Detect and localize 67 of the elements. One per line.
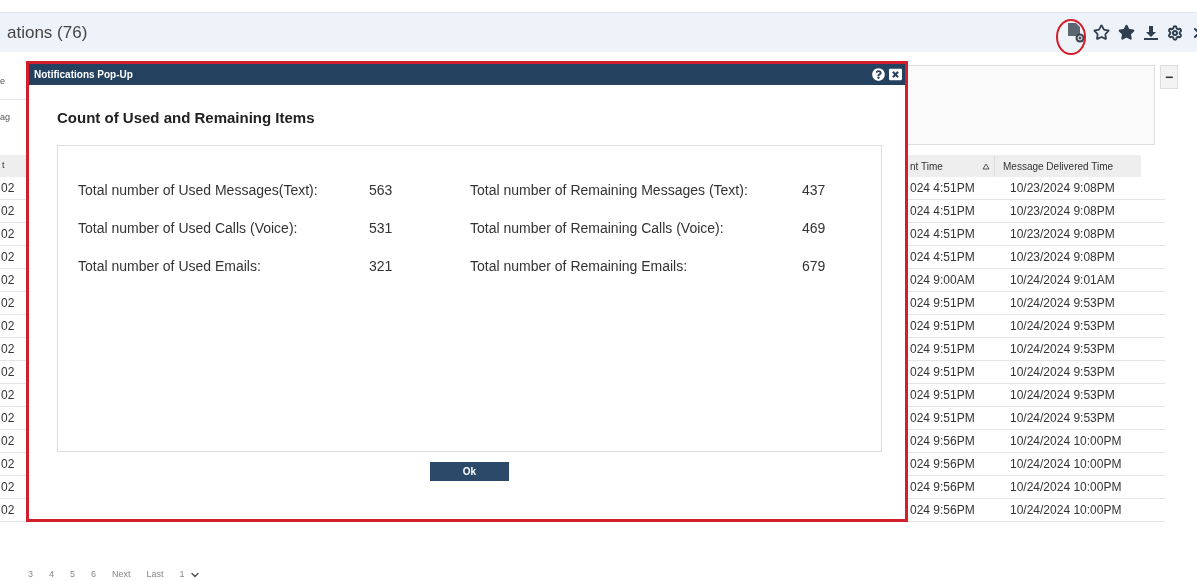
table-cell-text: 10/24/2024 9:53PM [1009,410,1115,427]
table-cell-text: 024 9:00AM [909,272,976,289]
table-cell-text: 024 9:51PM [909,410,976,427]
table-cell-text: 024 9:56PM [909,502,976,519]
page-title: ations (76) [7,21,88,44]
table-cell-text: 024 9:56PM [909,433,976,450]
stat-value: 563 [369,180,394,200]
stat-value: 679 [802,256,827,276]
table-cell-text: 10/24/2024 9:01AM [1009,272,1115,289]
pagination-link[interactable]: 4 [49,568,55,581]
star-filled-icon[interactable] [1118,24,1135,41]
stat-value: 531 [369,218,394,238]
table-cell-text: 024 9:51PM [909,295,976,312]
pagination-link[interactable]: Last [146,568,164,581]
column-header[interactable]: Message Delivered Time [995,155,1141,177]
document-badge-icon[interactable] [1067,21,1085,44]
stat-value: 469 [802,218,827,238]
ok-button[interactable]: Ok [430,461,509,481]
column-header: t [0,155,26,177]
pagination-link[interactable]: 3 [28,568,33,581]
table-cell-text: 10/23/2024 9:08PM [1009,203,1115,220]
stat-value: 321 [369,256,394,276]
help-icon[interactable] [872,68,885,81]
table-cell-text: 10/24/2024 10:00PM [1009,433,1122,450]
table-cell-text: 024 9:51PM [909,318,976,335]
table-cell-text: 024 4:51PM [909,226,976,243]
table-cell-text: 024 4:51PM [909,203,976,220]
table-cell-text: 10/24/2024 10:00PM [1009,456,1122,473]
table-cell-text: 10/24/2024 9:53PM [1009,318,1115,335]
close-icon[interactable] [889,68,902,81]
download-icon[interactable] [1143,24,1159,41]
stat-label: Total number of Used Emails: [78,256,262,276]
collapse-button[interactable]: − [1160,65,1178,89]
stat-label: Total number of Remaining Calls (Voice): [470,218,725,238]
table-cell-text: 10/24/2024 9:53PM [1009,387,1115,404]
highlight-circle [1055,18,1087,56]
stat-label: Total number of Used Calls (Voice): [78,218,299,238]
table-cell-text: 10/23/2024 9:08PM [1009,226,1115,243]
table-cell-text: 10/23/2024 9:08PM [1009,249,1115,266]
stat-label: Total number of Used Messages(Text): [78,180,319,200]
settings-icon[interactable] [1167,24,1183,41]
table-cell-text: 10/24/2024 9:53PM [1009,341,1115,358]
dialog-heading: Count of Used and Remaining Items [57,108,316,128]
table-cell-text: 024 4:51PM [909,180,976,197]
column-header[interactable]: nt Time [905,155,995,177]
table-cell-text: 10/24/2024 9:53PM [1009,295,1115,312]
star-outline-icon[interactable] [1093,24,1110,41]
cut-label: ag [0,110,11,124]
table-cell-text: 024 9:56PM [909,479,976,496]
table-cell-text: 024 9:51PM [909,387,976,404]
table-cell-text: 10/24/2024 9:53PM [1009,364,1115,381]
stat-label: Total number of Remaining Messages (Text): [470,180,749,200]
pagination-link[interactable]: 1 [179,568,185,581]
table-cell-text: 024 4:51PM [909,249,976,266]
pagination-link[interactable]: Next [112,568,131,581]
table-cell-text: 024 9:51PM [909,364,976,381]
table-cell-text: 10/23/2024 9:08PM [1009,180,1115,197]
sort-triangle-icon [982,162,990,170]
stat-label: Total number of Remaining Emails: [470,256,689,276]
table-cell-text: 024 9:56PM [909,456,976,473]
table-cell-text: 10/24/2024 10:00PM [1009,502,1122,519]
dialog-title: Notifications Pop-Up [34,68,133,82]
pagination-link[interactable]: 6 [91,568,97,581]
pagination-link[interactable]: 5 [70,568,76,581]
stat-value: 437 [802,180,827,200]
table-cell-text: 024 9:51PM [909,341,976,358]
table-cell-text: 10/24/2024 10:00PM [1009,479,1122,496]
